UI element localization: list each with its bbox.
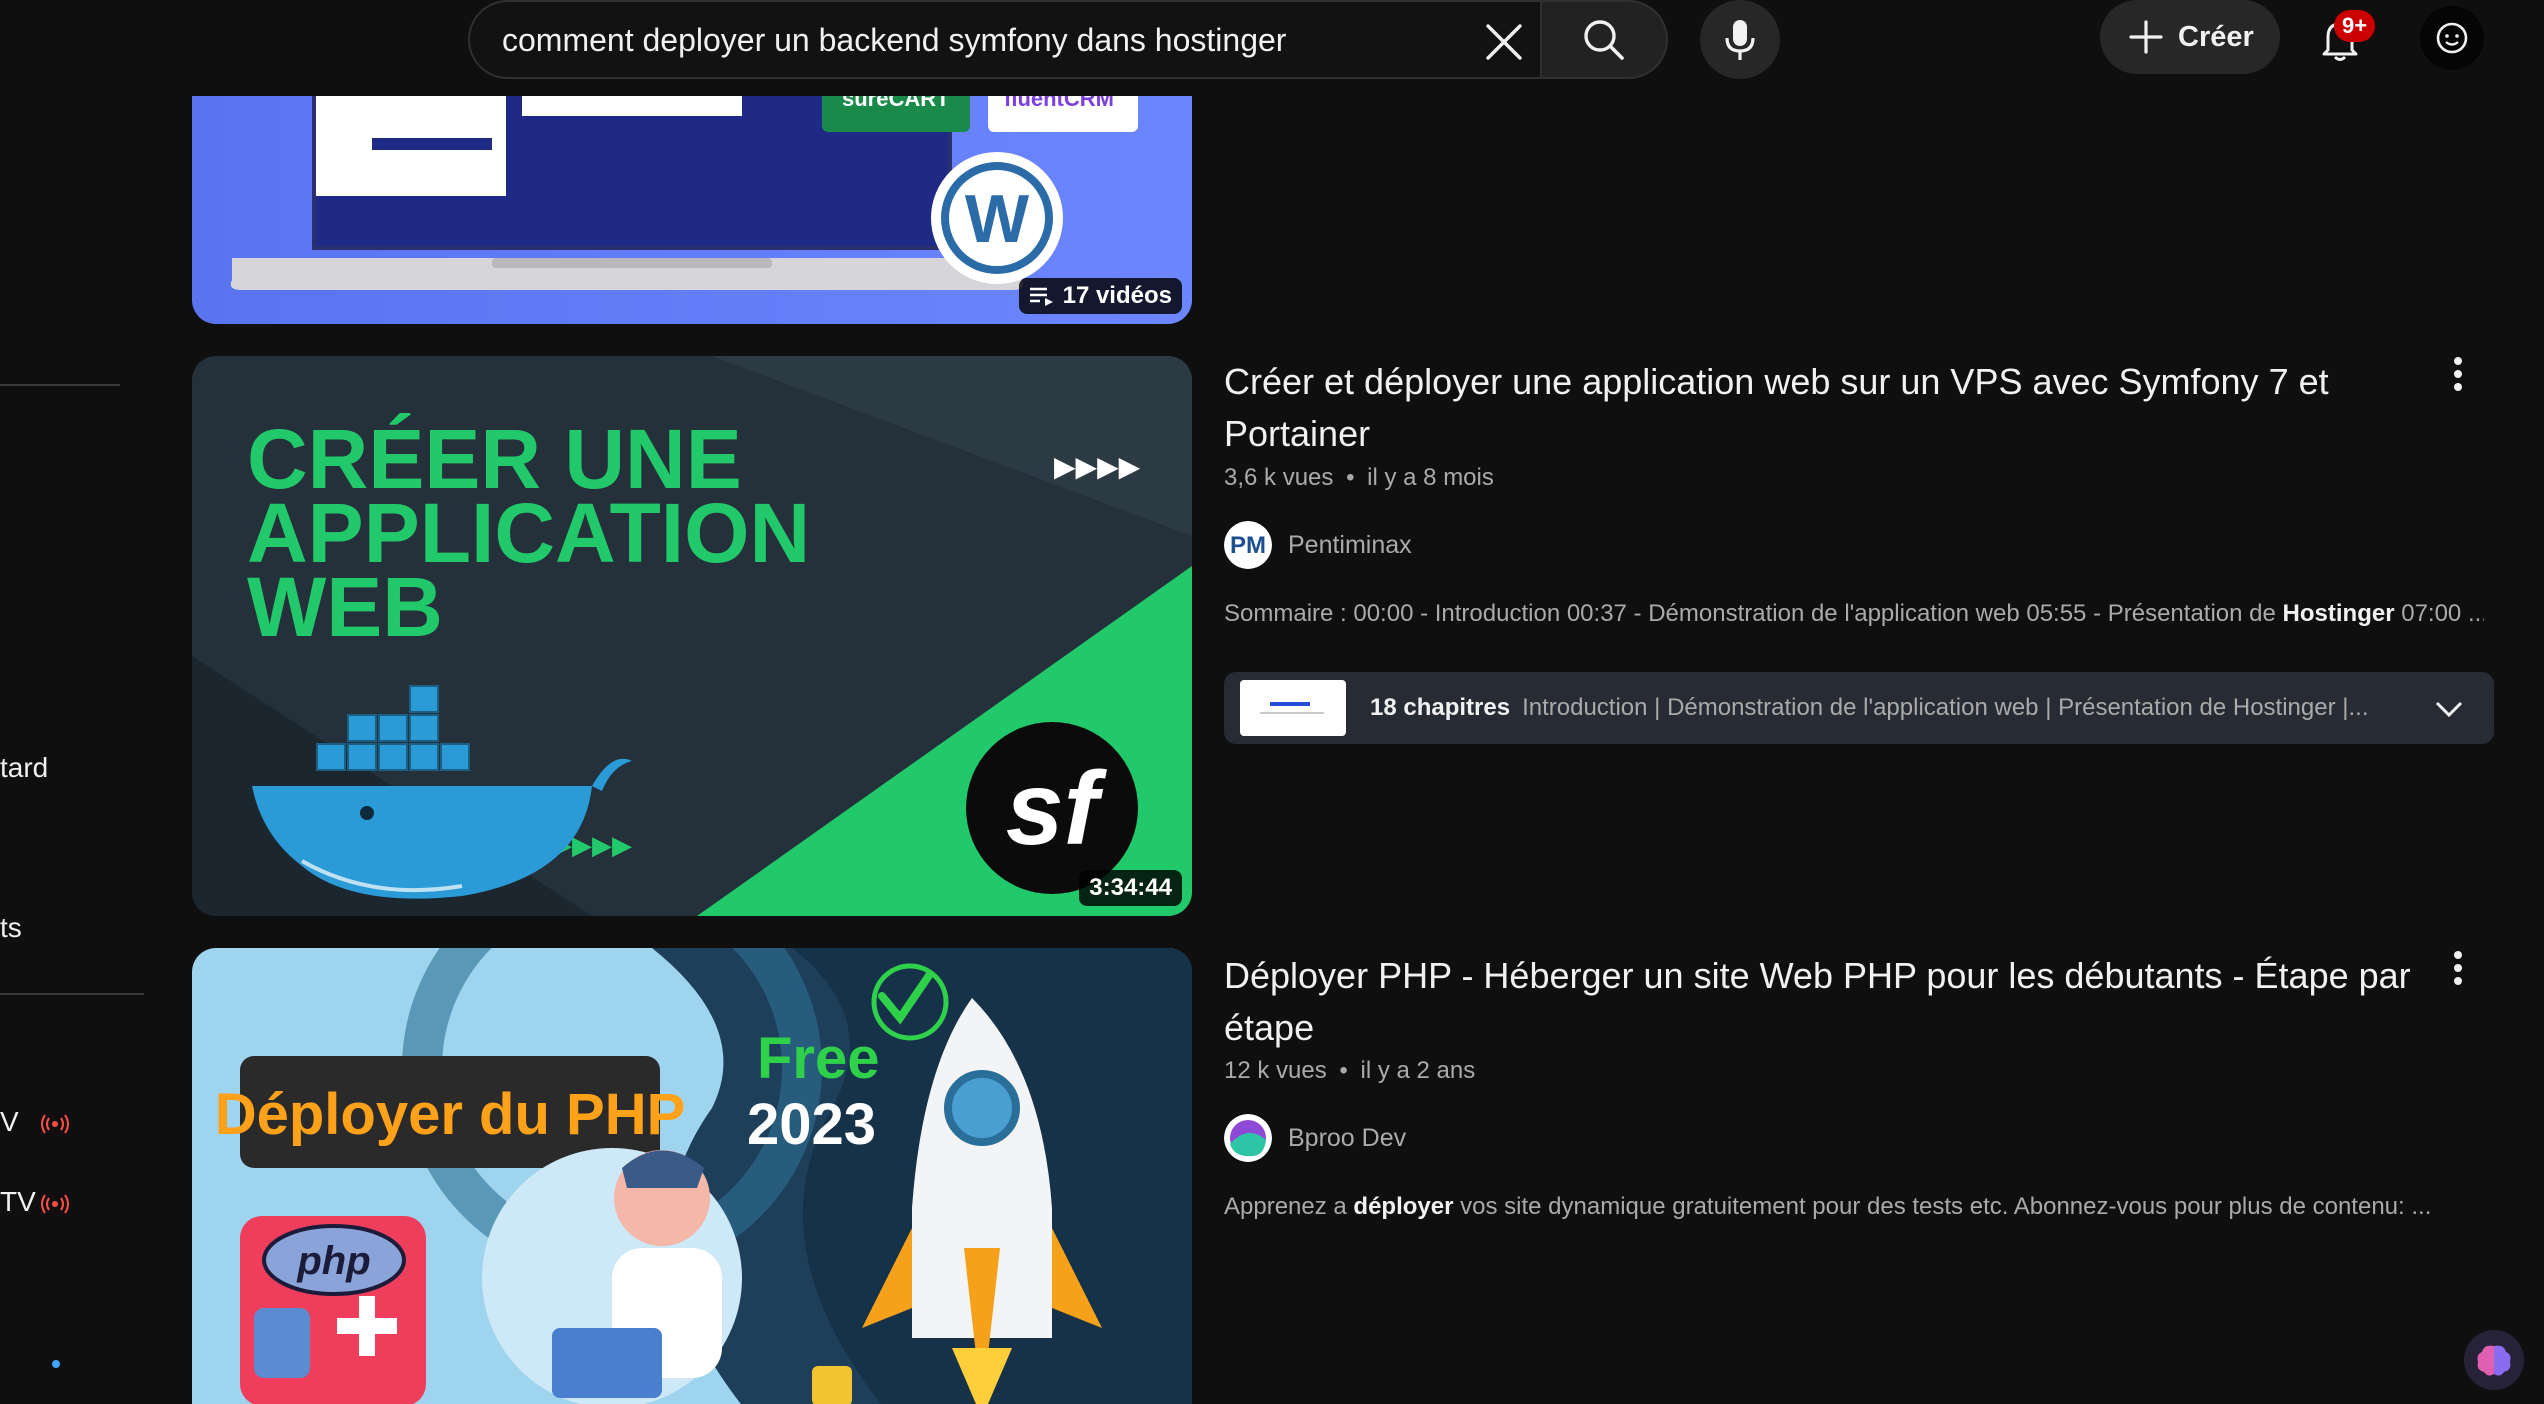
view-count: 12 k vues: [1224, 1057, 1327, 1084]
thumb-php-logo-text: php: [296, 1239, 370, 1283]
playlist-icon: [1029, 287, 1053, 306]
channel-avatar: PM: [1224, 521, 1272, 569]
publish-age: il y a 8 mois: [1367, 464, 1494, 491]
more-vert-icon: [2454, 951, 2462, 985]
new-content-dot: [52, 1360, 60, 1368]
more-actions-button[interactable]: [2440, 346, 2476, 402]
channel-name: Pentiminax: [1288, 530, 1412, 559]
clear-search-button[interactable]: [1470, 8, 1538, 76]
playlist-video-count-badge: 17 vidéos: [1018, 278, 1182, 314]
close-icon: [1486, 24, 1522, 60]
search-input[interactable]: comment deployer un backend symfony dans…: [502, 22, 1286, 59]
sidebar-divider: [0, 384, 120, 386]
plus-icon: [2129, 20, 2163, 54]
description-suffix: vos site dynamique gratuitement pour des…: [1453, 1193, 2432, 1220]
video-title-link[interactable]: Déployer PHP - Héberger un site Web PHP …: [1224, 950, 2424, 1054]
video-thumbnail-art: CRÉER UNE APPLICATION WEB ▶▶▶▶ ▶▶▶▶ sf: [192, 356, 1192, 916]
channel-link[interactable]: Bproo Dev: [1224, 1114, 1406, 1162]
live-icon: [41, 1194, 69, 1214]
live-icon: [41, 1114, 69, 1134]
video-metadata: 3,6 k vues • il y a 8 mois: [1224, 464, 1494, 492]
video-description-snippet: Apprenez a déployer vos site dynamique g…: [1224, 1193, 2484, 1221]
sidebar-divider: [0, 993, 144, 995]
sidebar-item-label: V: [0, 1106, 19, 1137]
avatar-initials: PM: [1230, 532, 1266, 559]
description-prefix: Sommaire : 00:00 - Introduction 00:37 - …: [1224, 600, 2283, 627]
channel-avatar: [1224, 1114, 1272, 1162]
brain-icon: [2477, 1345, 2511, 1376]
channel-name: Bproo Dev: [1288, 1123, 1407, 1152]
notification-count-badge: 9+: [2334, 10, 2376, 42]
create-button[interactable]: Créer: [2100, 0, 2280, 74]
publish-age: il y a 2 ans: [1360, 1057, 1476, 1084]
account-avatar-button[interactable]: [2420, 6, 2484, 70]
description-suffix: 07:00 ...: [2394, 600, 2484, 627]
symfony-logo-text: sf: [1006, 751, 1108, 867]
video-title-link[interactable]: Créer et déployer une application web su…: [1224, 356, 2424, 460]
chapter-thumbnail: [1240, 680, 1346, 736]
bproo-avatar-image: [1224, 1114, 1272, 1162]
thumb-arrows-top: ▶▶▶▶: [1054, 451, 1141, 482]
more-actions-button[interactable]: [2440, 940, 2476, 996]
view-count: 3,6 k vues: [1224, 464, 1334, 491]
meta-separator: •: [1346, 464, 1355, 491]
thumb-banner-text: Déployer du PHP: [215, 1082, 686, 1147]
channel-link[interactable]: PM Pentiminax: [1224, 521, 1412, 569]
thumb-title-line-3: WEB: [247, 560, 443, 654]
youtube-search-results-page: comment deployer un backend symfony dans…: [0, 0, 2544, 1404]
more-vert-icon: [2454, 357, 2462, 391]
chevron-down-icon: [2435, 701, 2463, 718]
sidebar-item-watch-later[interactable]: tard: [0, 752, 48, 784]
description-highlight: déployer: [1353, 1193, 1454, 1220]
search-box[interactable]: comment deployer un backend symfony dans…: [468, 0, 1540, 79]
meta-separator: •: [1339, 1057, 1348, 1084]
search-button[interactable]: [1540, 0, 1668, 79]
microphone-icon: [1725, 19, 1755, 60]
browser-extension-button[interactable]: [2464, 1330, 2524, 1390]
duration-badge: 3:34:44: [1079, 870, 1182, 906]
sidebar-item-shorts[interactable]: ts: [0, 912, 22, 944]
pentiminax-avatar-image: PM: [1224, 521, 1272, 569]
sidebar-item-label: TV: [0, 1186, 36, 1217]
thumb-free-text: Free: [757, 1026, 880, 1091]
description-prefix: Apprenez a: [1224, 1193, 1354, 1220]
thumb-year-text: 2023: [747, 1092, 876, 1157]
avatar-icon: [2436, 22, 2468, 54]
top-bar: comment deployer un backend symfony dans…: [0, 0, 2544, 96]
video-metadata: 12 k vues • il y a 2 ans: [1224, 1057, 1475, 1085]
video-thumbnail[interactable]: Déployer du PHP Free 2023 php: [192, 948, 1192, 1404]
chapters-list: Introduction | Démonstration de l'applic…: [1522, 694, 2369, 721]
create-button-label: Créer: [2178, 20, 2254, 53]
chapters-count: 18 chapitres: [1370, 694, 1511, 721]
search-icon: [1584, 19, 1624, 60]
voice-search-button[interactable]: [1700, 0, 1780, 79]
video-thumbnail[interactable]: CRÉER UNE APPLICATION WEB ▶▶▶▶ ▶▶▶▶ sf 3…: [192, 356, 1192, 916]
svg-text:W: W: [965, 181, 1030, 257]
video-description-snippet: Sommaire : 00:00 - Introduction 00:37 - …: [1224, 600, 2484, 628]
duration-label: 3:34:44: [1089, 874, 1172, 901]
playlist-count-label: 17 vidéos: [1062, 282, 1172, 309]
chapters-expander[interactable]: 18 chapitres Introduction | Démonstratio…: [1224, 672, 2494, 744]
video-thumbnail-art: Déployer du PHP Free 2023 php: [192, 948, 1192, 1404]
description-highlight: Hostinger: [2282, 600, 2395, 627]
